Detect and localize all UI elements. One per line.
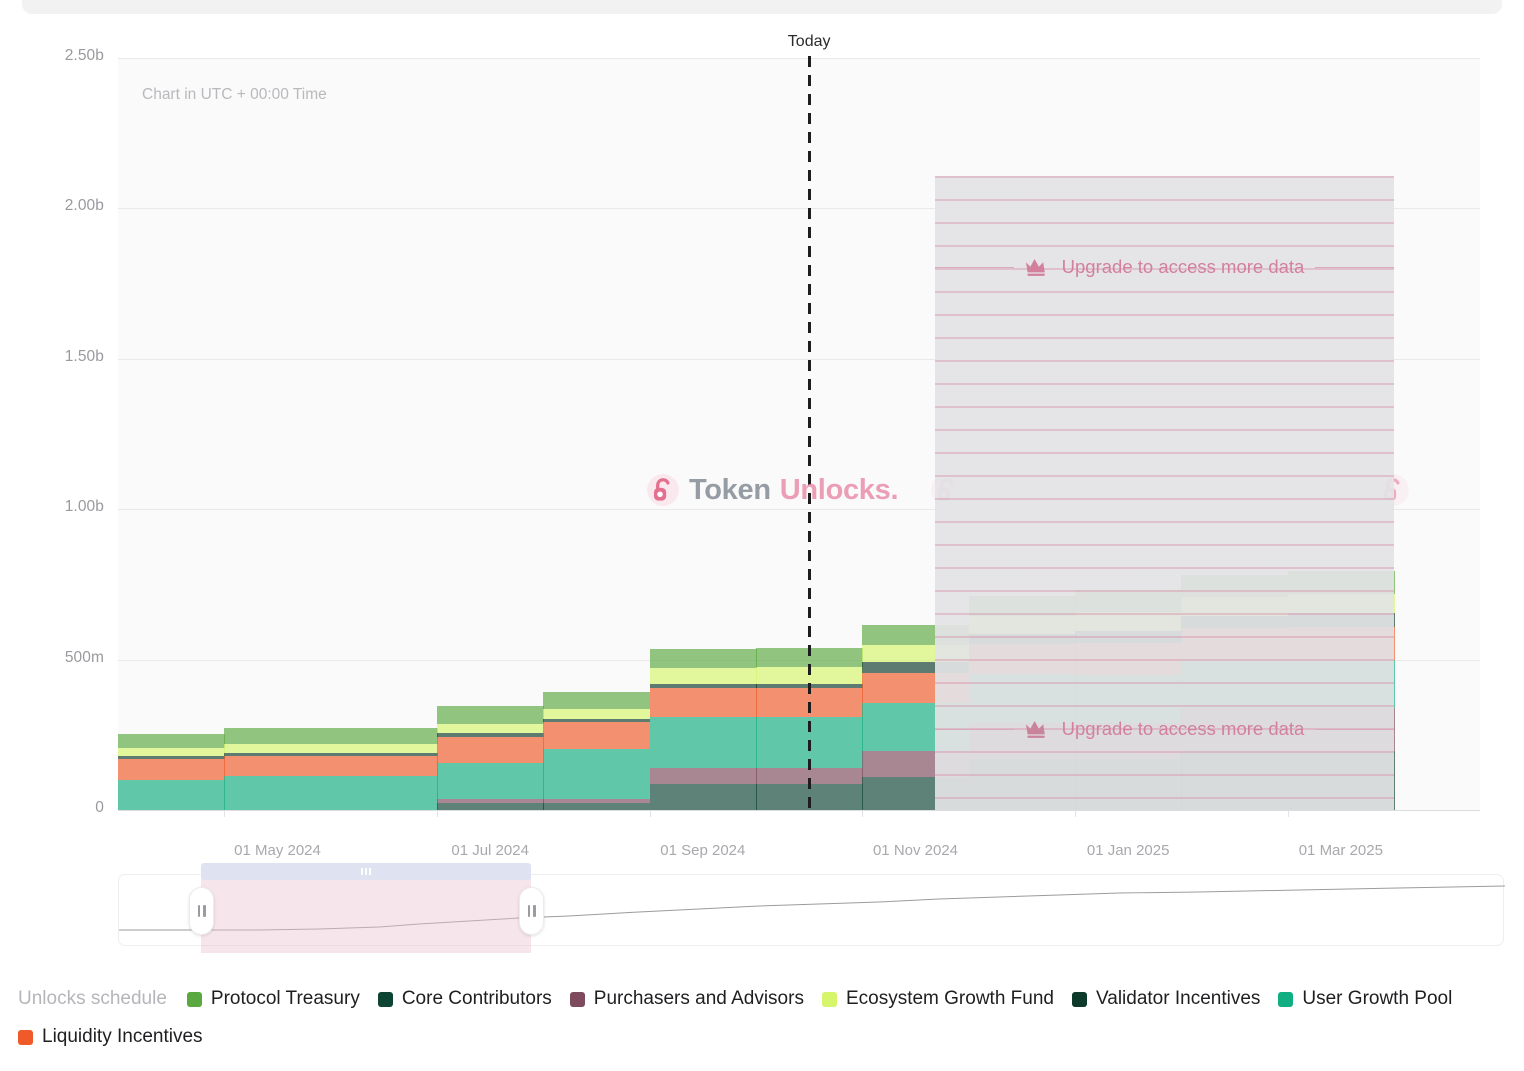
- bar-segment[interactable]: [437, 706, 544, 723]
- bar-segment[interactable]: [650, 717, 757, 768]
- legend-item-purchasers-and-advisors[interactable]: Purchasers and Advisors: [570, 988, 804, 1010]
- bar-segment[interactable]: [543, 803, 650, 810]
- bar-segment[interactable]: [224, 753, 331, 756]
- bar-segment[interactable]: [437, 763, 544, 799]
- bar-segment[interactable]: [650, 784, 757, 810]
- legend-swatch: [18, 1030, 33, 1045]
- bar-segment[interactable]: [543, 692, 650, 709]
- legend-item-label: Purchasers and Advisors: [594, 988, 804, 1010]
- legend-swatch: [570, 992, 585, 1007]
- bar-segment[interactable]: [437, 799, 544, 803]
- bar-segment[interactable]: [331, 753, 438, 756]
- bar-segment[interactable]: [437, 737, 544, 763]
- bar-segment[interactable]: [543, 749, 650, 800]
- bar-segment[interactable]: [331, 756, 438, 776]
- paywall-overlay[interactable]: Upgrade to access more data Upgrade to a…: [935, 176, 1394, 810]
- watermark-text-secondary: Unlocks.: [780, 474, 898, 507]
- unlock-schedule-chart-page: 0500m1.00b1.50b2.00b2.50b 01 May 202401 …: [0, 0, 1524, 1071]
- bar-segment[interactable]: [650, 668, 757, 685]
- bar-segment[interactable]: [437, 724, 544, 734]
- range-slider-handle-right[interactable]: [519, 887, 544, 935]
- upgrade-cta-label: Upgrade to access more data: [1062, 718, 1305, 740]
- bar-segment[interactable]: [650, 688, 757, 717]
- bar-segment[interactable]: [224, 756, 331, 776]
- legend-item-user-growth-pool[interactable]: User Growth Pool: [1278, 988, 1452, 1010]
- upgrade-cta-label: Upgrade to access more data: [1062, 256, 1305, 278]
- upgrade-cta-bottom[interactable]: Upgrade to access more data: [935, 718, 1394, 740]
- bar-segment[interactable]: [437, 803, 544, 810]
- upgrade-rule-left: [935, 267, 1014, 268]
- bar-segment[interactable]: [118, 780, 225, 810]
- bar-segment[interactable]: [543, 799, 650, 803]
- legend-item-liquidity-incentives[interactable]: Liquidity Incentives: [18, 1026, 203, 1048]
- bar-segment[interactable]: [331, 776, 438, 810]
- bar-segment[interactable]: [543, 709, 650, 719]
- chart-legend: Unlocks schedule Protocol Treasury Core C…: [18, 988, 1508, 1048]
- range-slider-selection[interactable]: [201, 869, 531, 953]
- legend-swatch: [1072, 992, 1087, 1007]
- bar-segment[interactable]: [650, 768, 757, 785]
- bar-segment[interactable]: [331, 728, 438, 744]
- range-slider-drag-bar[interactable]: [201, 863, 531, 880]
- legend-swatch: [187, 992, 202, 1007]
- bar-segment[interactable]: [118, 734, 225, 748]
- legend-item-label: Liquidity Incentives: [42, 1026, 203, 1048]
- bar-segment[interactable]: [224, 728, 331, 744]
- today-marker-line: [808, 56, 811, 812]
- bar-segment[interactable]: [437, 733, 544, 737]
- bar-segment[interactable]: [118, 756, 225, 759]
- legend-swatch: [822, 992, 837, 1007]
- legend-item-label: Ecosystem Growth Fund: [846, 988, 1054, 1010]
- bar-segment[interactable]: [118, 748, 225, 756]
- legend-item-label: Protocol Treasury: [211, 988, 360, 1010]
- legend-item-core-contributors[interactable]: Core Contributors: [378, 988, 552, 1010]
- range-slider-handle-left[interactable]: [189, 887, 214, 935]
- bar-segment[interactable]: [650, 684, 757, 688]
- legend-item-label: Validator Incentives: [1096, 988, 1260, 1010]
- bar-segment[interactable]: [224, 776, 331, 810]
- upgrade-cta-top[interactable]: Upgrade to access more data: [935, 256, 1394, 278]
- crown-icon: [1025, 258, 1051, 277]
- upgrade-rule-right: [1315, 729, 1394, 730]
- crown-icon: [1025, 720, 1051, 739]
- bar-segment[interactable]: [543, 722, 650, 748]
- range-slider[interactable]: [118, 874, 1504, 946]
- legend-item-ecosystem-growth-fund[interactable]: Ecosystem Growth Fund: [822, 988, 1054, 1010]
- bar-segment[interactable]: [224, 744, 331, 752]
- legend-item-protocol-treasury[interactable]: Protocol Treasury: [187, 988, 360, 1010]
- bar-segment[interactable]: [650, 649, 757, 668]
- legend-swatch: [1278, 992, 1293, 1007]
- bar-segment[interactable]: [331, 744, 438, 752]
- bar-segment[interactable]: [118, 759, 225, 779]
- legend-item-label: User Growth Pool: [1302, 988, 1452, 1010]
- legend-item-validator-incentives[interactable]: Validator Incentives: [1072, 988, 1260, 1010]
- legend-title: Unlocks schedule: [18, 988, 167, 1010]
- tokenunlocks-watermark: Token Unlocks.: [646, 473, 898, 507]
- unlock-logo-icon: [646, 473, 680, 507]
- legend-item-label: Core Contributors: [402, 988, 552, 1010]
- bar-segment[interactable]: [543, 719, 650, 723]
- drag-grip-icon: [361, 868, 371, 875]
- legend-swatch: [378, 992, 393, 1007]
- today-marker-label: Today: [788, 33, 831, 51]
- watermark-text-primary: Token: [689, 474, 771, 507]
- upgrade-rule-right: [1315, 267, 1394, 268]
- upgrade-rule-left: [935, 729, 1014, 730]
